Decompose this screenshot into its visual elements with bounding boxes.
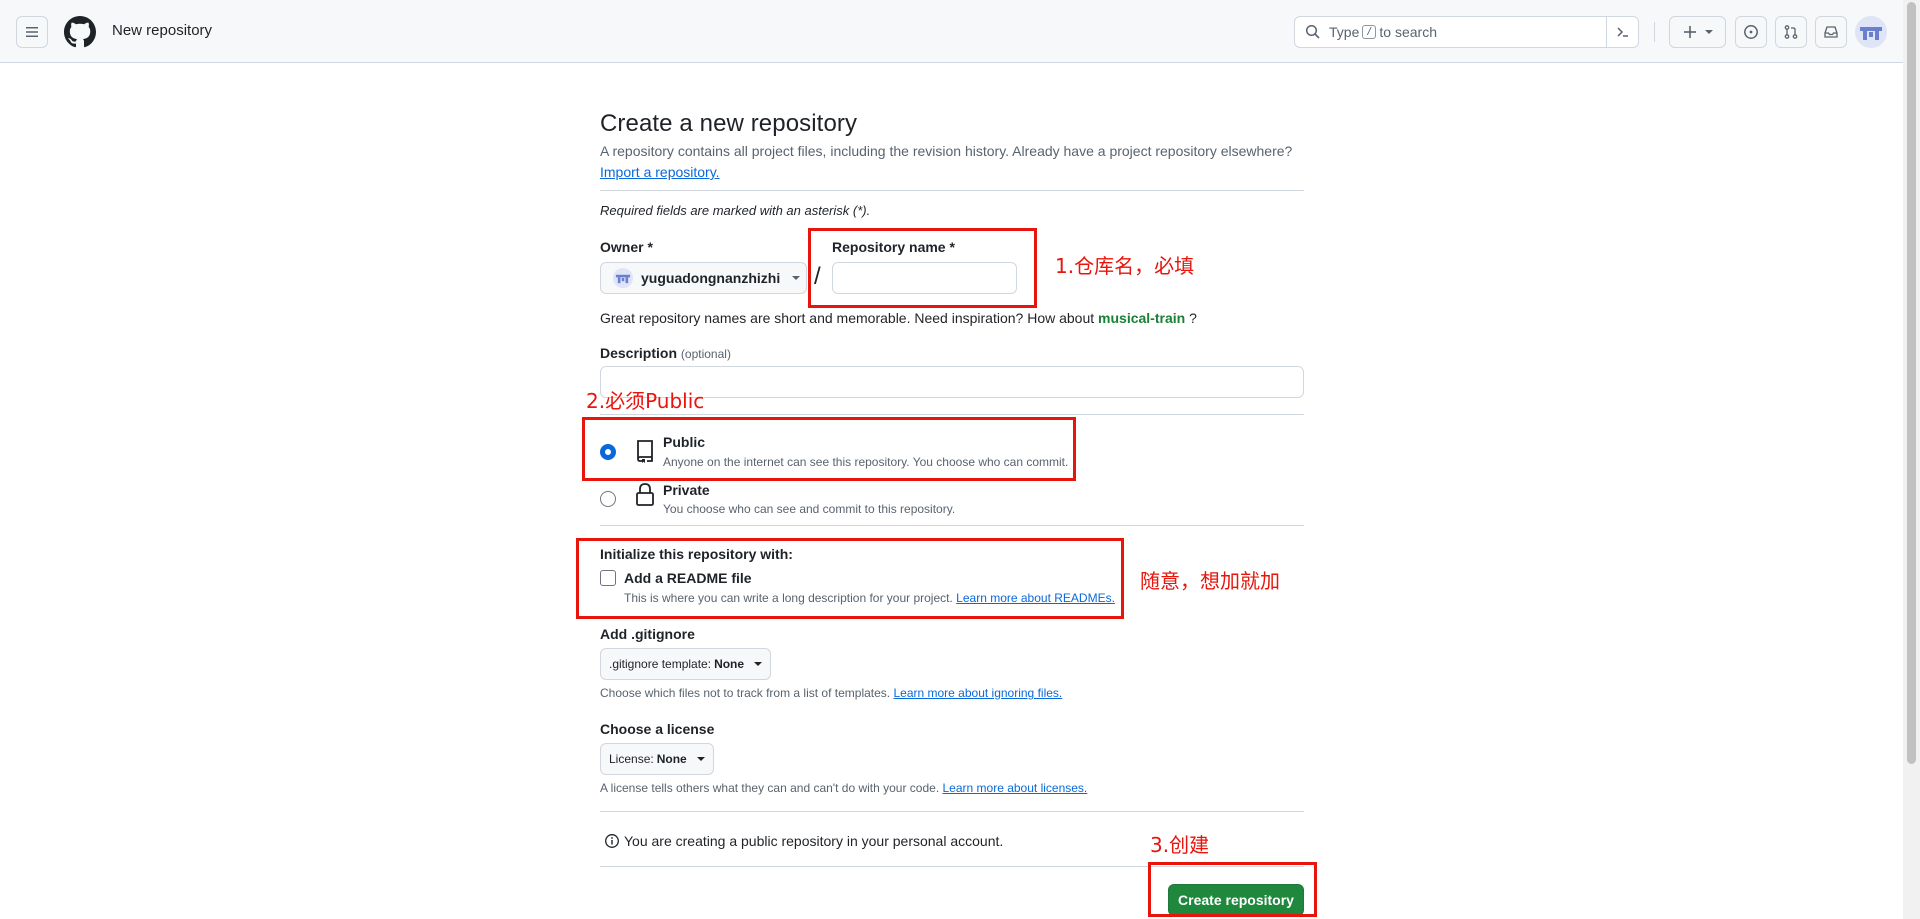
avatar-image-icon bbox=[1860, 27, 1882, 40]
private-title: Private bbox=[663, 482, 710, 498]
create-new-button[interactable] bbox=[1669, 16, 1726, 48]
gitignore-learn-more-link[interactable]: Learn more about ignoring files. bbox=[893, 686, 1062, 700]
gitignore-label: Add .gitignore bbox=[600, 626, 695, 642]
required-note: Required fields are marked with an aster… bbox=[600, 203, 871, 218]
search-prefix: Type bbox=[1329, 24, 1360, 40]
app-header: New repository Type / to search bbox=[0, 0, 1903, 63]
annotation-box-create bbox=[1148, 862, 1317, 917]
annotation-note-4: 3.创建 bbox=[1150, 833, 1210, 857]
info-icon bbox=[605, 834, 619, 848]
owner-label: Owner * bbox=[600, 239, 653, 255]
description-input[interactable] bbox=[600, 366, 1304, 398]
page-lead: A repository contains all project files,… bbox=[600, 143, 1293, 159]
divider bbox=[600, 414, 1304, 415]
issues-button[interactable] bbox=[1735, 16, 1767, 48]
license-desc-text: A license tells others what they can and… bbox=[600, 781, 940, 795]
divider bbox=[600, 190, 1304, 191]
license-select-value: None bbox=[656, 752, 687, 766]
divider bbox=[600, 811, 1304, 812]
search-shortcut-key: / bbox=[1362, 25, 1377, 39]
page-title: Create a new repository bbox=[600, 110, 858, 137]
gitignore-select[interactable]: .gitignore template: None bbox=[600, 648, 772, 680]
gitignore-select-value: None bbox=[714, 657, 745, 671]
suggested-name[interactable]: musical-train bbox=[1098, 310, 1185, 326]
optional-tag: (optional) bbox=[680, 347, 731, 361]
issue-opened-icon bbox=[1744, 25, 1758, 39]
license-select-prefix: License: bbox=[609, 752, 654, 766]
search-suffix: to search bbox=[1379, 24, 1437, 40]
annotation-note-1: 1.仓库名，必填 bbox=[1055, 254, 1195, 278]
annotation-box-public bbox=[582, 417, 1076, 481]
hint-suffix: ? bbox=[1189, 310, 1197, 326]
menu-button[interactable] bbox=[16, 16, 48, 48]
user-avatar[interactable] bbox=[1855, 16, 1887, 48]
page-context-title[interactable]: New repository bbox=[112, 22, 212, 39]
github-logo-icon[interactable] bbox=[64, 16, 96, 48]
import-repo-link[interactable]: Import a repository. bbox=[600, 164, 720, 180]
chevron-down-icon bbox=[696, 757, 705, 761]
scrollbar-thumb[interactable] bbox=[1907, 2, 1916, 764]
owner-value: yuguadongnanzhizhi bbox=[641, 270, 781, 286]
license-desc: A license tells others what they can and… bbox=[600, 781, 1087, 795]
owner-select[interactable]: yuguadongnanzhizhi bbox=[600, 262, 807, 294]
command-palette-button[interactable] bbox=[1606, 17, 1638, 47]
header-divider bbox=[1654, 22, 1655, 42]
vertical-scrollbar[interactable] bbox=[1903, 0, 1920, 919]
description-label: Description (optional) bbox=[600, 345, 731, 361]
pull-requests-button[interactable] bbox=[1775, 16, 1807, 48]
search-icon bbox=[1305, 24, 1321, 40]
git-pull-request-icon bbox=[1784, 25, 1798, 39]
plus-icon bbox=[1683, 26, 1696, 38]
license-learn-more-link[interactable]: Learn more about licenses. bbox=[943, 781, 1088, 795]
private-desc: You choose who can see and commit to thi… bbox=[663, 502, 956, 516]
info-text: You are creating a public repository in … bbox=[624, 833, 1004, 849]
private-radio[interactable] bbox=[600, 491, 616, 507]
license-select[interactable]: License: None bbox=[600, 743, 714, 775]
repo-name-hint: Great repository names are short and mem… bbox=[600, 310, 1197, 326]
gitignore-select-prefix: .gitignore template: bbox=[609, 657, 712, 671]
lock-icon bbox=[636, 483, 654, 506]
chevron-down-icon bbox=[792, 276, 801, 280]
inbox-icon bbox=[1824, 26, 1838, 38]
divider bbox=[600, 525, 1304, 526]
description-label-text: Description bbox=[600, 345, 678, 361]
license-label: Choose a license bbox=[600, 721, 715, 737]
annotation-note-3: 随意，想加就加 bbox=[1140, 569, 1280, 593]
inbox-button[interactable] bbox=[1815, 16, 1847, 48]
visibility-private-option[interactable]: Private You choose who can see and commi… bbox=[600, 480, 1304, 520]
annotation-box-readme bbox=[576, 538, 1124, 619]
search-input[interactable]: Type / to search bbox=[1294, 16, 1639, 48]
terminal-icon bbox=[1616, 27, 1628, 37]
hint-text: Great repository names are short and mem… bbox=[600, 310, 1095, 326]
chevron-down-icon bbox=[754, 662, 763, 666]
annotation-note-2: 2.必须Public bbox=[586, 389, 705, 413]
gitignore-desc: Choose which files not to track from a l… bbox=[600, 686, 1062, 700]
gitignore-desc-text: Choose which files not to track from a l… bbox=[600, 686, 891, 700]
owner-avatar bbox=[613, 268, 633, 288]
annotation-box-repo-name bbox=[808, 228, 1037, 308]
info-message: You are creating a public repository in … bbox=[604, 833, 1003, 849]
hamburger-icon bbox=[26, 27, 38, 37]
chevron-down-icon bbox=[1704, 30, 1713, 34]
